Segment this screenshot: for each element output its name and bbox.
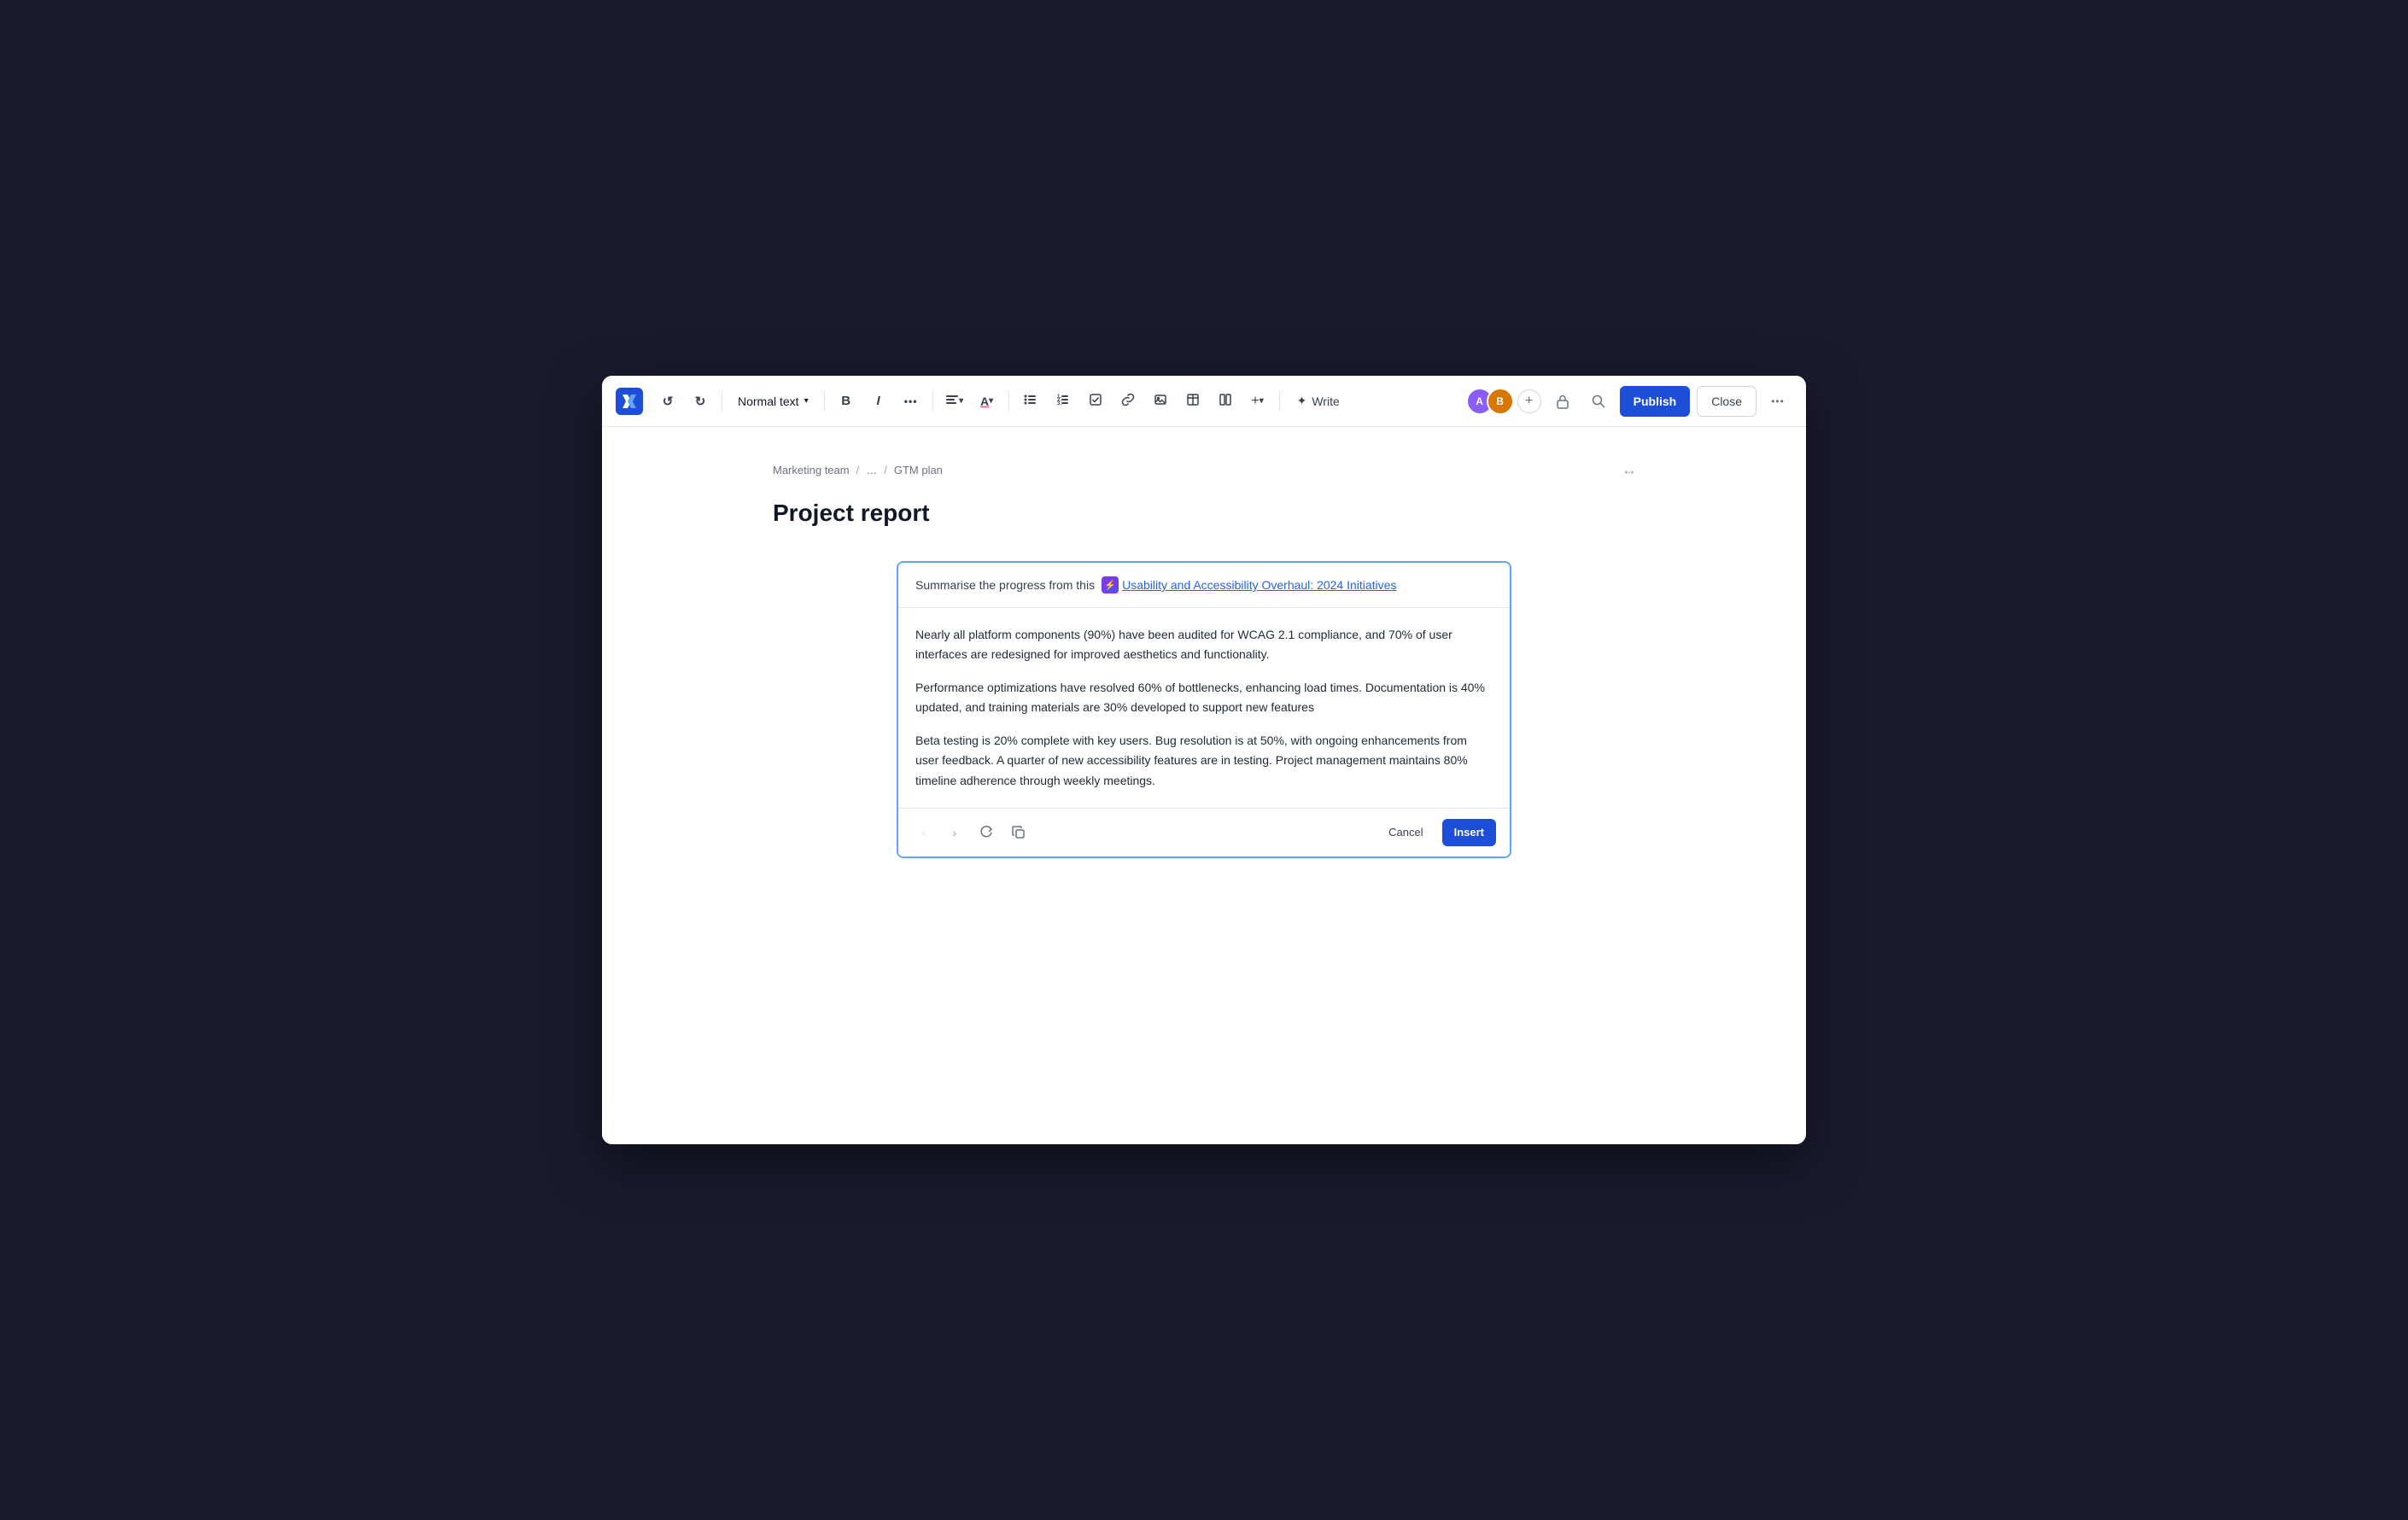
bold-icon: B	[841, 394, 850, 408]
ai-card-link[interactable]: ⚡ Usability and Accessibility Overhaul: …	[1102, 576, 1396, 593]
redo-button[interactable]: ↻	[686, 387, 715, 416]
toolbar-separator-5	[1279, 391, 1280, 412]
copy-button[interactable]	[1006, 820, 1032, 845]
close-button[interactable]: Close	[1697, 386, 1756, 417]
bold-button[interactable]: B	[832, 387, 861, 416]
chevron-down-icon: ▾	[1260, 396, 1264, 406]
insert-button[interactable]: Insert	[1442, 819, 1496, 846]
collaborators-avatars: A B +	[1466, 388, 1541, 415]
page-title: Project report	[773, 500, 1635, 527]
layout-button[interactable]	[1211, 387, 1240, 416]
table-icon	[1186, 393, 1200, 410]
breadcrumb-ellipsis[interactable]: …	[866, 464, 877, 476]
table-button[interactable]	[1178, 387, 1207, 416]
footer-actions: Cancel Insert	[1376, 819, 1496, 846]
more-insert-button[interactable]: + ▾	[1243, 387, 1272, 416]
sparkle-icon: ✦	[1297, 394, 1307, 408]
text-color-dropdown[interactable]: A ▾	[973, 387, 1002, 416]
ellipsis-icon: •••	[1771, 395, 1785, 407]
italic-icon: I	[877, 394, 880, 408]
ai-paragraph-3: Beta testing is 20% complete with key us…	[915, 731, 1493, 790]
toolbar-right: A B + Publish Close •••	[1466, 386, 1792, 417]
chevron-down-icon: ▾	[959, 396, 963, 406]
add-collaborator-button[interactable]: +	[1517, 389, 1541, 413]
avatar[interactable]: B	[1487, 388, 1514, 415]
logo-icon[interactable]	[616, 388, 643, 415]
plus-icon: +	[1251, 394, 1259, 409]
breadcrumb-gtm[interactable]: GTM plan	[894, 464, 943, 476]
task-icon	[1089, 393, 1102, 410]
expand-icon[interactable]: ↔	[1622, 461, 1635, 479]
align-dropdown[interactable]: ▾	[940, 387, 969, 416]
search-button[interactable]	[1584, 387, 1613, 416]
ai-icon: ⚡	[1102, 576, 1119, 593]
breadcrumb: Marketing team / … / GTM plan ↔	[773, 461, 1635, 479]
app-window: ↺ ↻ Normal text ▾ B I •••	[602, 376, 1806, 1144]
ai-card-header: Summarise the progress from this ⚡ Usabi…	[898, 563, 1510, 608]
more-formatting-button[interactable]: •••	[897, 387, 926, 416]
publish-button[interactable]: Publish	[1620, 386, 1691, 417]
content-area: Marketing team / … / GTM plan ↔ Project …	[602, 427, 1806, 1144]
write-button[interactable]: ✦ Write	[1287, 387, 1350, 416]
ai-card-body: Nearly all platform components (90%) hav…	[898, 608, 1510, 808]
chevron-down-icon: ▾	[804, 396, 809, 406]
text-color-icon: A	[980, 395, 989, 408]
numbered-list-icon: 1. 2. 3.	[1056, 393, 1070, 410]
image-button[interactable]	[1146, 387, 1175, 416]
ai-card-header-text: Summarise the progress from this	[915, 578, 1095, 592]
toolbar: ↺ ↻ Normal text ▾ B I •••	[602, 376, 1806, 427]
ai-card-footer: ‹ › Cancel Insert	[898, 808, 1510, 856]
cancel-button[interactable]: Cancel	[1376, 819, 1435, 846]
toolbar-separator-2	[824, 391, 825, 412]
ai-card: Summarise the progress from this ⚡ Usabi…	[897, 561, 1511, 858]
breadcrumb-marketing[interactable]: Marketing team	[773, 464, 850, 476]
prev-suggestion-button[interactable]: ‹	[912, 821, 936, 845]
link-icon	[1121, 393, 1135, 410]
italic-button[interactable]: I	[864, 387, 893, 416]
toolbar-separator-3	[932, 391, 933, 412]
layout-icon	[1219, 393, 1232, 410]
undo-button[interactable]: ↺	[653, 387, 682, 416]
lock-button[interactable]	[1548, 387, 1577, 416]
next-suggestion-button[interactable]: ›	[943, 821, 967, 845]
more-menu-button[interactable]: •••	[1763, 387, 1792, 416]
regenerate-button[interactable]	[973, 820, 999, 845]
chevron-down-icon: ▾	[989, 396, 993, 406]
ai-paragraph-1: Nearly all platform components (90%) hav…	[915, 625, 1493, 664]
task-button[interactable]	[1081, 387, 1110, 416]
text-style-dropdown[interactable]: Normal text ▾	[729, 387, 817, 416]
svg-text:3.: 3.	[1057, 401, 1061, 406]
align-icon	[945, 393, 959, 410]
image-icon	[1154, 393, 1167, 410]
ai-paragraph-2: Performance optimizations have resolved …	[915, 678, 1493, 717]
toolbar-separator-4	[1008, 391, 1009, 412]
bullet-list-icon	[1024, 393, 1037, 410]
bullet-list-button[interactable]	[1016, 387, 1045, 416]
numbered-list-button[interactable]: 1. 2. 3.	[1049, 387, 1078, 416]
ellipsis-icon: •••	[904, 395, 918, 407]
link-button[interactable]	[1113, 387, 1143, 416]
